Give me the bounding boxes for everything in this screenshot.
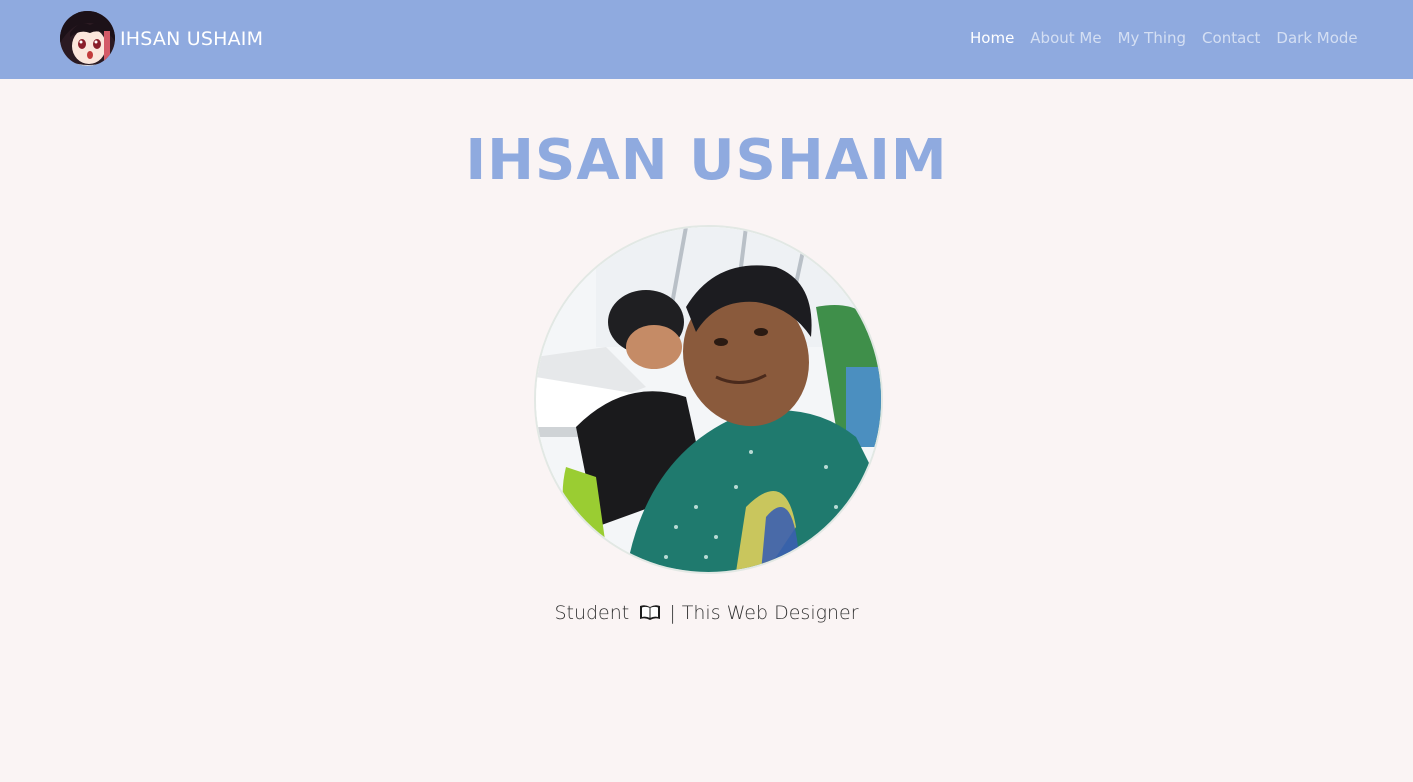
navbar: IHSAN USHAIM Home About Me My Thing Cont… [0, 0, 1413, 79]
tagline: Student | This Web Designer [0, 602, 1413, 626]
hero-title: IHSAN USHAIM [465, 128, 948, 193]
main-nav: Home About Me My Thing Contact Dark Mode [970, 29, 1358, 47]
nav-my-thing[interactable]: My Thing [1118, 29, 1186, 47]
nav-about-me[interactable]: About Me [1030, 29, 1101, 47]
nav-dark-mode[interactable]: Dark Mode [1276, 29, 1357, 47]
nav-home[interactable]: Home [970, 29, 1014, 47]
open-book-icon [639, 604, 661, 626]
profile-photo [534, 225, 883, 574]
nav-contact[interactable]: Contact [1202, 29, 1260, 47]
tagline-description: | This Web Designer [669, 602, 859, 624]
tagline-role: Student [554, 602, 630, 624]
anime-avatar-icon [60, 11, 115, 66]
brand-name: IHSAN USHAIM [120, 27, 264, 50]
navbar-brand[interactable]: IHSAN USHAIM [60, 11, 263, 66]
